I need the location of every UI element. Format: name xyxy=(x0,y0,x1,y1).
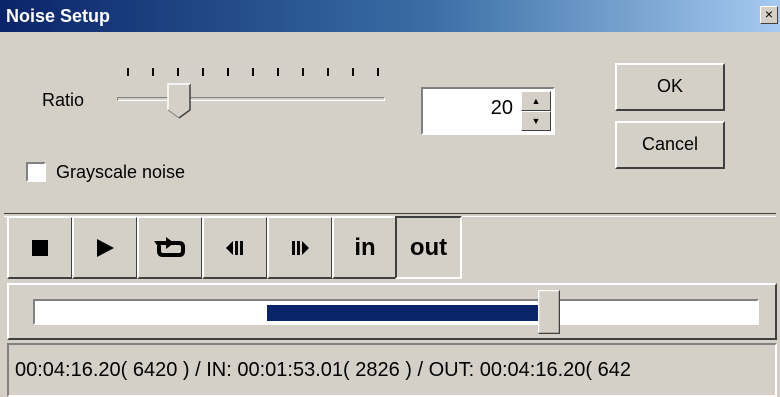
spin-up-button[interactable]: ▲ xyxy=(521,91,551,111)
close-button[interactable]: × xyxy=(760,6,778,24)
timeline-thumb[interactable] xyxy=(538,290,560,334)
stop-icon xyxy=(32,239,48,256)
play-icon xyxy=(97,238,114,257)
ratio-value: 20 xyxy=(490,97,513,119)
ratio-label: Ratio xyxy=(42,90,85,110)
in-out-selection xyxy=(267,305,539,321)
mark-out-label: out xyxy=(409,233,448,261)
timeline-track[interactable] xyxy=(33,299,759,325)
grayscale-label[interactable]: Grayscale noise xyxy=(56,162,185,183)
stop-button[interactable] xyxy=(7,216,73,279)
mark-in-label: in xyxy=(354,233,376,261)
cancel-button[interactable]: Cancel xyxy=(615,121,725,169)
status-bar: 00:04:16.20( 6420 ) / IN: 00:01:53.01( 2… xyxy=(7,343,777,397)
mark-out-button[interactable]: out xyxy=(395,216,462,279)
ratio-slider-ticks xyxy=(127,68,381,78)
timecode-status: 00:04:16.20( 6420 ) / IN: 00:01:53.01( 2… xyxy=(15,359,631,381)
spin-down-button[interactable]: ▼ xyxy=(521,111,551,131)
ok-button[interactable]: OK xyxy=(615,63,725,111)
ratio-spin-input[interactable]: 20 ▲ ▼ xyxy=(421,87,555,135)
previous-frame-button[interactable] xyxy=(202,216,268,279)
play-button[interactable] xyxy=(72,216,138,279)
noise-setup-dialog: Noise Setup × Ratio 20 ▲ ▼ Grayscale noi… xyxy=(0,0,780,397)
next-frame-icon xyxy=(292,240,309,255)
title-bar[interactable]: Noise Setup × xyxy=(0,0,780,32)
window-title: Noise Setup xyxy=(6,6,111,26)
timeline-panel xyxy=(7,283,777,340)
ratio-slider-track[interactable] xyxy=(117,97,385,101)
ratio-slider-thumb[interactable] xyxy=(167,83,191,119)
loop-button[interactable] xyxy=(137,216,203,279)
transport-toolbar: in out xyxy=(7,216,778,281)
previous-frame-icon xyxy=(226,240,243,255)
next-frame-button[interactable] xyxy=(267,216,333,279)
loop-icon xyxy=(154,236,185,257)
grayscale-checkbox[interactable] xyxy=(26,162,46,182)
mark-in-button[interactable]: in xyxy=(332,216,398,279)
